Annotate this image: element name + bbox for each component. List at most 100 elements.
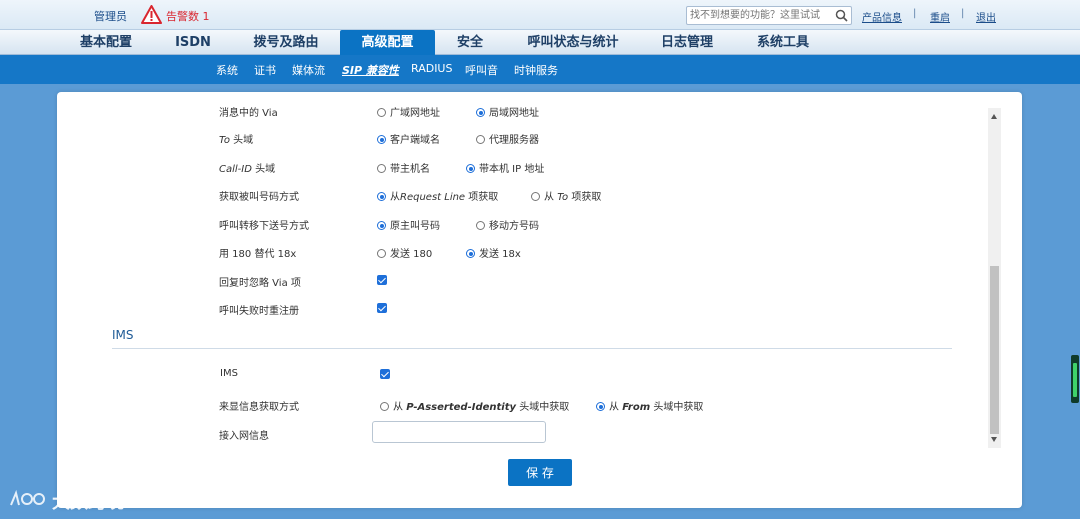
product-info-link[interactable]: 产品信息 <box>862 9 902 24</box>
radio-option[interactable]: 发送 18x <box>466 245 521 260</box>
subtab-sip-compat[interactable]: SIP 兼容性 <box>342 62 399 78</box>
option-label-em: From <box>622 402 651 413</box>
edge-indicator <box>1071 355 1079 403</box>
tab-isdn[interactable]: ISDN <box>166 30 220 55</box>
option-label: 发送 180 <box>390 249 433 260</box>
ims-checkbox[interactable] <box>380 369 390 379</box>
form-row: 获取被叫号码方式 从Request Line 项获取 从 To 项获取 <box>57 185 987 205</box>
radio-icon <box>377 192 386 201</box>
main-nav: 基本配置 ISDN 拨号及路由 高级配置 安全 呼叫状态与统计 日志管理 系统工… <box>0 30 1080 55</box>
field-label: 来显信息获取方式 <box>219 402 299 413</box>
save-button[interactable]: 保 存 <box>508 459 572 486</box>
radio-option[interactable]: 从Request Line 项获取 <box>377 188 498 203</box>
radio-icon <box>377 164 386 173</box>
radio-icon <box>377 221 386 230</box>
scroll-thumb[interactable] <box>990 266 999 434</box>
form-row: 呼叫失败时重注册 <box>57 299 987 319</box>
radio-option[interactable]: 发送 180 <box>377 245 432 260</box>
settings-panel: 消息中的 Via 广域网地址 局域网地址 To 头域 客户端域名 代理服务器 C… <box>57 92 1022 508</box>
option-label: 项获取 <box>465 192 499 203</box>
watermark-logo-icon <box>10 489 45 506</box>
field-label: IMS <box>220 368 238 379</box>
radio-option[interactable]: 带主机名 <box>377 160 430 175</box>
field-label: 呼叫失败时重注册 <box>219 306 299 317</box>
scrollbar[interactable] <box>988 108 1001 448</box>
alarm-warning-icon[interactable] <box>141 5 162 24</box>
section-title-ims: IMS <box>112 328 134 342</box>
admin-label: 管理员 <box>94 10 127 23</box>
tab-call-status[interactable]: 呼叫状态与统计 <box>520 30 626 55</box>
reregister-checkbox[interactable] <box>377 303 387 313</box>
radio-icon <box>476 135 485 144</box>
radio-option[interactable]: 广域网地址 <box>377 104 440 119</box>
option-label-em: Request Line <box>400 192 466 203</box>
top-bar: 管理员 告警数 1 产品信息 | 重启 | 退出 <box>0 0 1080 30</box>
field-label: 消息中的 Via <box>219 108 278 119</box>
access-network-input[interactable] <box>372 421 546 443</box>
subtab-call-tone[interactable]: 呼叫音 <box>465 62 498 78</box>
option-label: 项获取 <box>568 192 602 203</box>
field-label: 获取被叫号码方式 <box>219 192 299 203</box>
option-label: 客户端域名 <box>390 135 440 146</box>
subtab-system[interactable]: 系统 <box>216 62 238 78</box>
radio-icon <box>476 221 485 230</box>
logout-link[interactable]: 退出 <box>976 9 996 24</box>
ignore-via-checkbox[interactable] <box>377 275 387 285</box>
radio-icon <box>596 402 605 411</box>
watermark-left-text: 大数跨境 <box>52 492 124 513</box>
form-row: IMS <box>57 365 987 385</box>
field-label: 用 180 替代 18x <box>219 249 297 260</box>
radio-option[interactable]: 局域网地址 <box>476 104 539 119</box>
subtab-clock-service[interactable]: 时钟服务 <box>514 62 558 78</box>
radio-option[interactable]: 带本机 IP 地址 <box>466 160 544 175</box>
sub-nav: 系统 证书 媒体流 SIP 兼容性 RADIUS 呼叫音 时钟服务 <box>0 55 1080 84</box>
radio-icon <box>466 249 475 258</box>
tab-basic-config[interactable]: 基本配置 <box>72 30 140 55</box>
subtab-radius[interactable]: RADIUS <box>411 62 452 75</box>
field-label: To 头域 <box>219 131 253 146</box>
subtab-certificate[interactable]: 证书 <box>254 62 276 78</box>
option-label: 局域网地址 <box>489 108 539 119</box>
radio-icon <box>377 108 386 117</box>
option-label: 从 <box>390 192 400 203</box>
search-icon[interactable] <box>835 9 848 22</box>
tab-security[interactable]: 安全 <box>448 30 492 55</box>
option-label: 原主叫号码 <box>390 221 440 232</box>
field-label: 呼叫转移下送号方式 <box>219 221 309 232</box>
form-row: 回复时忽略 Via 项 <box>57 271 987 291</box>
radio-option[interactable]: 从 P-Asserted-Identity 头域中获取 <box>380 398 569 413</box>
search-input[interactable] <box>690 8 830 23</box>
radio-option[interactable]: 客户端域名 <box>377 131 440 146</box>
option-label-em: To <box>557 192 569 203</box>
radio-icon <box>377 135 386 144</box>
alarm-count[interactable]: 告警数 1 <box>166 8 210 24</box>
option-label: 从 <box>393 402 407 413</box>
radio-icon <box>377 249 386 258</box>
separator: | <box>913 8 917 19</box>
form-row: Call-ID 头域 带主机名 带本机 IP 地址 <box>57 157 987 177</box>
form-row: 来显信息获取方式 从 P-Asserted-Identity 头域中获取 从 F… <box>57 395 987 415</box>
wechat-icon <box>674 455 711 484</box>
scroll-up-icon[interactable] <box>991 114 997 119</box>
watermark-right-text: 上海正金电子科技有限公司 <box>720 462 985 487</box>
scroll-down-icon[interactable] <box>991 437 997 442</box>
radio-icon <box>476 108 485 117</box>
restart-link[interactable]: 重启 <box>930 9 950 24</box>
tab-system-tools[interactable]: 系统工具 <box>748 30 818 55</box>
radio-option[interactable]: 从 From 头域中获取 <box>596 398 703 413</box>
subtab-media-stream[interactable]: 媒体流 <box>292 62 325 78</box>
radio-option[interactable]: 原主叫号码 <box>377 217 440 232</box>
form-row: 呼叫转移下送号方式 原主叫号码 移动方号码 <box>57 214 987 234</box>
field-label: 回复时忽略 Via 项 <box>219 278 301 289</box>
form-row: 消息中的 Via 广域网地址 局域网地址 <box>57 101 987 121</box>
radio-option[interactable]: 移动方号码 <box>476 217 539 232</box>
option-label: 从 <box>609 402 623 413</box>
label-rest: 头域 <box>251 164 276 175</box>
tab-advanced-config[interactable]: 高级配置 <box>340 30 435 55</box>
radio-icon <box>531 192 540 201</box>
radio-option[interactable]: 从 To 项获取 <box>531 188 601 203</box>
tab-dial-routing[interactable]: 拨号及路由 <box>246 30 326 55</box>
radio-option[interactable]: 代理服务器 <box>476 131 539 146</box>
option-label: 头域中获取 <box>516 402 570 413</box>
tab-log-management[interactable]: 日志管理 <box>652 30 722 55</box>
